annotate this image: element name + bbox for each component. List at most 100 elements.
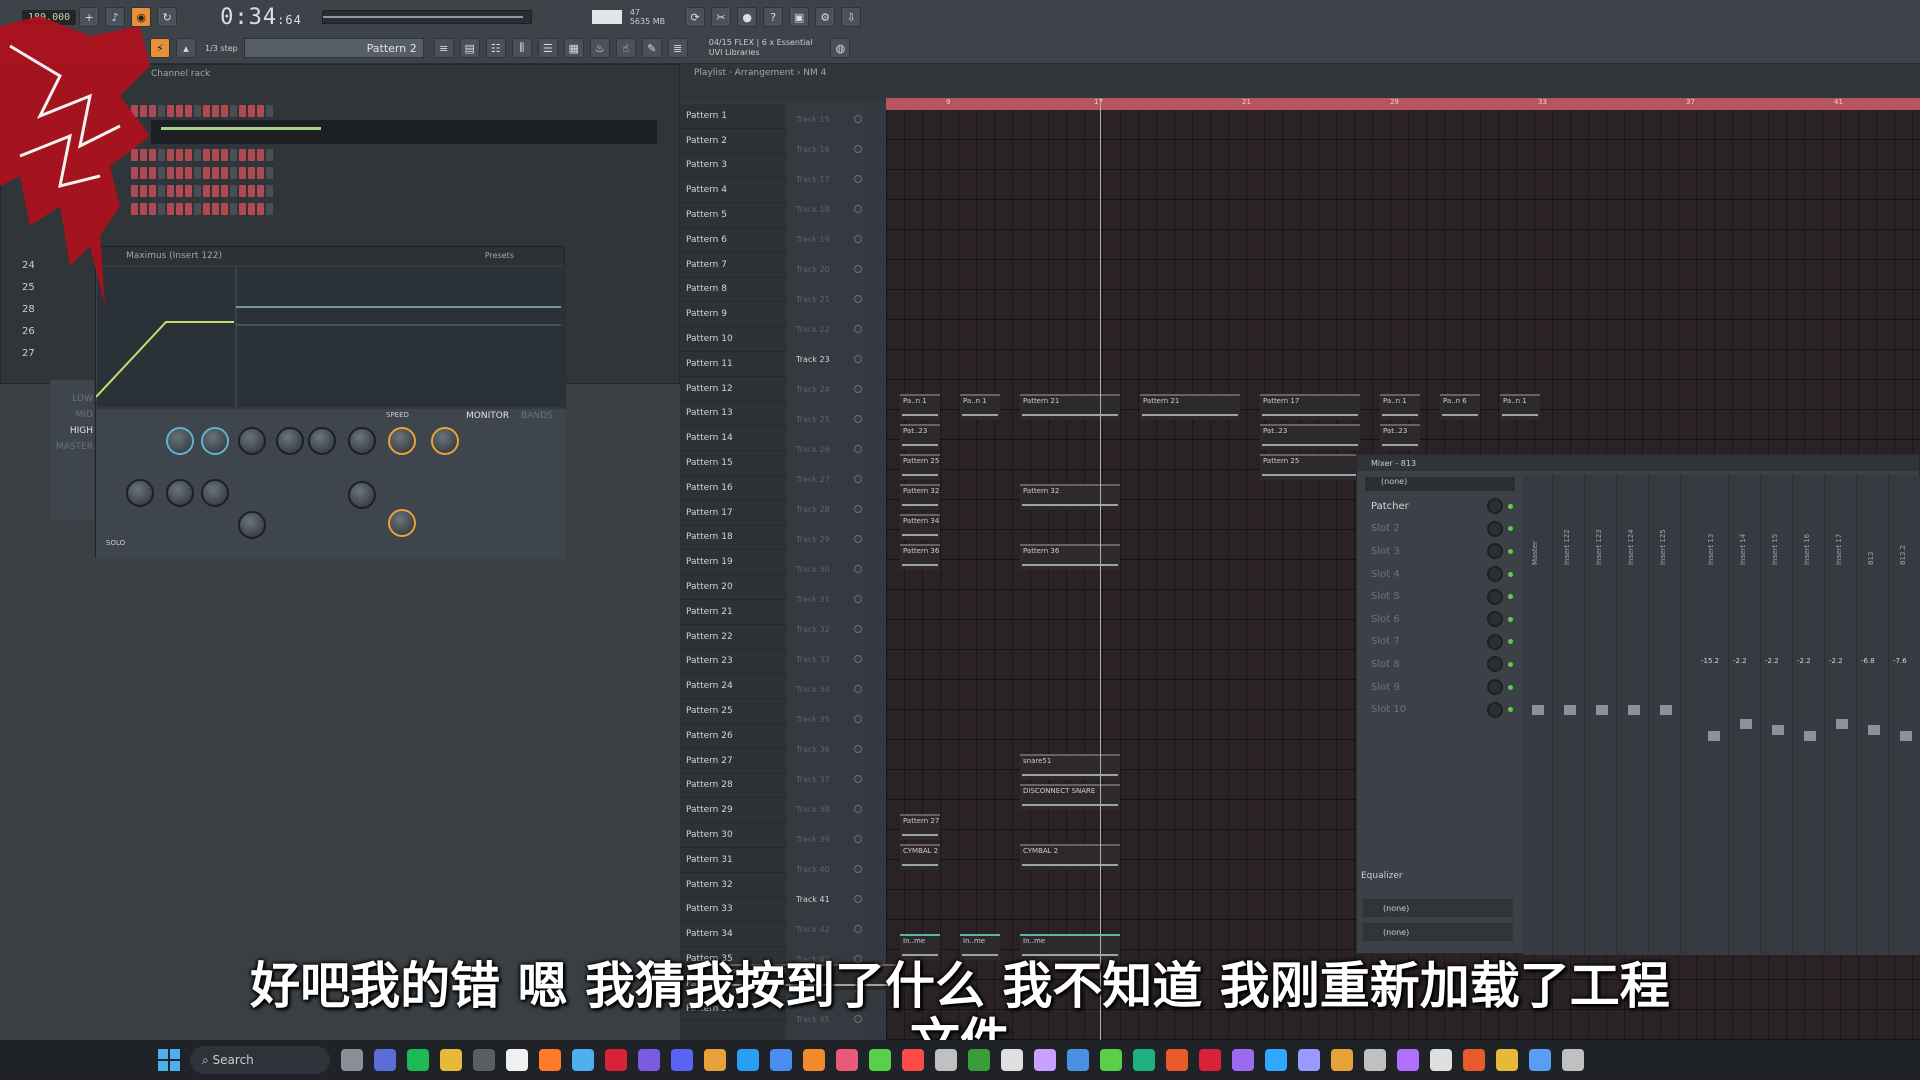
- release2-knob[interactable]: [238, 511, 266, 539]
- playlist-clip[interactable]: DISCONNECT SNARE: [1020, 784, 1120, 810]
- playlist-clip[interactable]: Pattern 25: [1260, 454, 1360, 480]
- slot-enable-led[interactable]: [1508, 661, 1513, 667]
- pattern-item[interactable]: Pattern 21: [680, 600, 786, 625]
- track-header[interactable]: Track 30: [790, 554, 868, 584]
- taskbar-app-icon[interactable]: [1199, 1049, 1221, 1071]
- slot-mix-knob[interactable]: [1487, 611, 1503, 628]
- step-button[interactable]: [131, 167, 138, 179]
- playlist-clip[interactable]: Pattern 25: [900, 454, 940, 480]
- track-mute-icon[interactable]: [854, 325, 862, 333]
- lamp-icon[interactable]: ♨: [589, 38, 610, 58]
- step-button[interactable]: [167, 149, 174, 161]
- track-mute-icon[interactable]: [854, 745, 862, 753]
- step-button[interactable]: [167, 105, 174, 117]
- playlist-clip[interactable]: Pa..n 6: [1440, 394, 1480, 420]
- step-button[interactable]: [239, 105, 246, 117]
- mixer-effect-slot[interactable]: Slot 3: [1357, 540, 1519, 563]
- pattern-item[interactable]: Pattern 11: [680, 352, 786, 377]
- pattern-item[interactable]: Pattern 19: [680, 550, 786, 576]
- playlist-clip[interactable]: Pa..n 1: [960, 394, 1000, 420]
- step-button[interactable]: [131, 185, 138, 197]
- strip-fader[interactable]: [1868, 725, 1880, 735]
- mixer-effect-slot[interactable]: Slot 9: [1357, 676, 1519, 699]
- taskbar-app-icon[interactable]: [836, 1049, 858, 1071]
- taskbar-app-icon[interactable]: [704, 1049, 726, 1071]
- pattern-item[interactable]: Pattern 4: [680, 178, 786, 204]
- step-button[interactable]: [158, 105, 165, 117]
- mixer-strip[interactable]: Insert 14 -2.2: [1731, 475, 1761, 955]
- track-mute-icon[interactable]: [854, 925, 862, 933]
- track-mute-icon[interactable]: [854, 415, 862, 423]
- taskbar-app-icon[interactable]: [1100, 1049, 1122, 1071]
- pattern-item[interactable]: Pattern 6: [680, 228, 786, 253]
- step-button[interactable]: [194, 105, 201, 117]
- taskbar-search[interactable]: ⌕ Search: [190, 1046, 330, 1074]
- playlist-clip[interactable]: Pattern 21: [1140, 394, 1240, 420]
- track-mute-icon[interactable]: [854, 625, 862, 633]
- playlist-clip[interactable]: Pa..n 1: [1380, 394, 1420, 420]
- step-button[interactable]: [248, 185, 255, 197]
- pattern-item[interactable]: Pattern 1: [680, 104, 786, 129]
- strip-fader[interactable]: [1740, 719, 1752, 729]
- playlist-clip[interactable]: Pattern 34: [900, 514, 940, 540]
- step-button[interactable]: [176, 149, 183, 161]
- slot-enable-led[interactable]: [1508, 503, 1513, 509]
- step-button[interactable]: [140, 185, 147, 197]
- track-header[interactable]: Track 26: [790, 434, 868, 464]
- step-button[interactable]: [203, 167, 210, 179]
- snap-icon[interactable]: ⚡: [150, 38, 170, 58]
- mixer-strip[interactable]: Insert 123: [1587, 475, 1617, 955]
- taskbar-app-icon[interactable]: [1067, 1049, 1089, 1071]
- step-button[interactable]: [203, 105, 210, 117]
- pan-knob[interactable]: [126, 479, 154, 507]
- track-mute-icon[interactable]: [854, 145, 862, 153]
- strip-fader[interactable]: [1836, 719, 1848, 729]
- track-mute-icon[interactable]: [854, 175, 862, 183]
- pattern-item[interactable]: Pattern 5: [680, 203, 786, 228]
- pattern-item[interactable]: Pattern 33: [680, 898, 786, 923]
- band-master[interactable]: MASTER: [53, 442, 97, 456]
- pattern-item[interactable]: Pattern 14: [680, 426, 786, 452]
- track-mute-icon[interactable]: [854, 205, 862, 213]
- attack-knob[interactable]: [238, 427, 266, 455]
- track-mute-icon[interactable]: [854, 835, 862, 843]
- mixer-strip[interactable]: Insert 13 -15.2: [1699, 475, 1729, 955]
- slot-mix-knob[interactable]: [1487, 679, 1503, 696]
- track-mute-icon[interactable]: [854, 445, 862, 453]
- playlist-clip[interactable]: Pattern 36: [900, 544, 940, 570]
- taskbar-app-icon[interactable]: [1265, 1049, 1287, 1071]
- browser-icon[interactable]: ☰: [537, 38, 558, 58]
- slot-enable-led[interactable]: [1508, 526, 1513, 532]
- mixer-strip[interactable]: 813.2 -7.6: [1891, 475, 1920, 955]
- step-button[interactable]: [257, 203, 264, 215]
- pre-gain-knob[interactable]: [166, 427, 194, 455]
- step-row[interactable]: [131, 185, 273, 199]
- pattern-item[interactable]: Pattern 12: [680, 377, 786, 402]
- slot-enable-led[interactable]: [1508, 594, 1513, 600]
- playlist-clip[interactable]: Pattern 21: [1020, 394, 1120, 420]
- step-button[interactable]: [176, 185, 183, 197]
- mixer-effect-slot[interactable]: Slot 7: [1357, 631, 1519, 654]
- tab-bands[interactable]: BANDS: [521, 411, 553, 421]
- slot-mix-knob[interactable]: [1487, 633, 1503, 650]
- step-button[interactable]: [212, 185, 219, 197]
- strip-fader[interactable]: [1660, 705, 1672, 715]
- slot-mix-knob[interactable]: [1487, 498, 1503, 515]
- playlist-clip[interactable]: snare51: [1020, 754, 1120, 780]
- post-gain-knob[interactable]: [201, 427, 229, 455]
- strip-fader[interactable]: [1596, 705, 1608, 715]
- step-button[interactable]: [149, 105, 156, 117]
- playlist-clip[interactable]: Pa..n 1: [1500, 394, 1540, 420]
- step-button[interactable]: [239, 203, 246, 215]
- pattern-item[interactable]: Pattern 8: [680, 278, 786, 303]
- limit-delay-knob[interactable]: [348, 427, 376, 455]
- pattern-item[interactable]: Pattern 7: [680, 253, 786, 278]
- step-button[interactable]: [257, 185, 264, 197]
- track-header[interactable]: Track 36: [790, 734, 868, 764]
- step-button[interactable]: [176, 167, 183, 179]
- track-mute-icon[interactable]: [854, 235, 862, 243]
- compression-curve-graph[interactable]: [95, 267, 566, 407]
- taskbar-app-icon[interactable]: [506, 1049, 528, 1071]
- snap-selector[interactable]: 1/3 step: [205, 44, 238, 53]
- step-button[interactable]: [194, 167, 201, 179]
